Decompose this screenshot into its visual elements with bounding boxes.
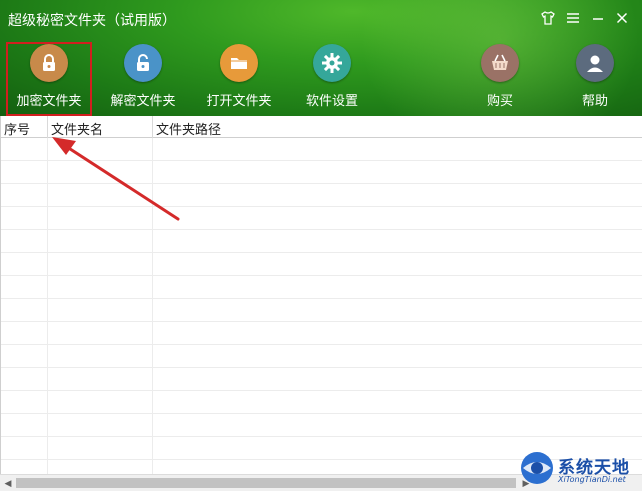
help-label: 帮助 bbox=[581, 94, 608, 109]
app-header: 超级秘密文件夹（试用版） 加密文件夹 解密文件夹 打开文件夹 软件设置 购买 帮… bbox=[0, 0, 642, 116]
folder-icon bbox=[220, 44, 258, 82]
column-header-index[interactable]: 序号 bbox=[1, 116, 48, 138]
encrypt-folder-label: 加密文件夹 bbox=[16, 94, 82, 109]
table-row bbox=[1, 161, 642, 184]
table-row bbox=[1, 230, 642, 253]
table-row bbox=[1, 253, 642, 276]
skin-button[interactable] bbox=[538, 8, 558, 28]
software-settings-button[interactable]: 软件设置 bbox=[291, 44, 373, 114]
open-folder-label: 打开文件夹 bbox=[206, 94, 272, 109]
encrypt-folder-button[interactable]: 加密文件夹 bbox=[6, 42, 92, 116]
purchase-label: 购买 bbox=[486, 94, 513, 109]
lock-closed-icon bbox=[30, 44, 68, 82]
table-row bbox=[1, 322, 642, 345]
table-row bbox=[1, 276, 642, 299]
minimize-button[interactable] bbox=[588, 8, 608, 28]
decrypt-folder-label: 解密文件夹 bbox=[110, 94, 176, 109]
user-icon bbox=[576, 44, 614, 82]
menu-icon bbox=[567, 13, 579, 23]
table-row bbox=[1, 414, 642, 437]
column-header-folder-name[interactable]: 文件夹名 bbox=[48, 116, 153, 138]
table-row bbox=[1, 391, 642, 414]
column-header-folder-path[interactable]: 文件夹路径 bbox=[153, 116, 642, 138]
folder-table: 序号 文件夹名 文件夹路径 bbox=[0, 116, 642, 474]
lock-open-icon bbox=[124, 44, 162, 82]
software-settings-label: 软件设置 bbox=[305, 94, 358, 109]
minimize-icon bbox=[593, 18, 603, 20]
help-button[interactable]: 帮助 bbox=[554, 44, 636, 114]
table-row bbox=[1, 368, 642, 391]
open-folder-button[interactable]: 打开文件夹 bbox=[198, 44, 280, 114]
scroll-left-icon[interactable]: ◀ bbox=[2, 478, 14, 490]
basket-icon bbox=[481, 44, 519, 82]
table-row bbox=[1, 138, 642, 161]
close-button[interactable] bbox=[612, 8, 632, 28]
scrollbar-thumb[interactable] bbox=[16, 478, 516, 488]
watermark-subtext: XiTongTianDi.net bbox=[558, 475, 626, 484]
site-watermark: 系统天地 XiTongTianDi.net bbox=[515, 447, 640, 489]
gear-icon bbox=[313, 44, 351, 82]
table-row bbox=[1, 207, 642, 230]
window-title: 超级秘密文件夹（试用版） bbox=[8, 13, 176, 29]
table-row bbox=[1, 345, 642, 368]
globe-logo-icon bbox=[521, 452, 553, 484]
shirt-icon bbox=[541, 11, 555, 25]
purchase-button[interactable]: 购买 bbox=[459, 44, 541, 114]
table-row bbox=[1, 184, 642, 207]
table-row bbox=[1, 299, 642, 322]
menu-button[interactable] bbox=[563, 8, 583, 28]
table-header: 序号 文件夹名 文件夹路径 bbox=[1, 116, 642, 138]
decrypt-folder-button[interactable]: 解密文件夹 bbox=[102, 44, 184, 114]
close-icon bbox=[616, 12, 628, 24]
